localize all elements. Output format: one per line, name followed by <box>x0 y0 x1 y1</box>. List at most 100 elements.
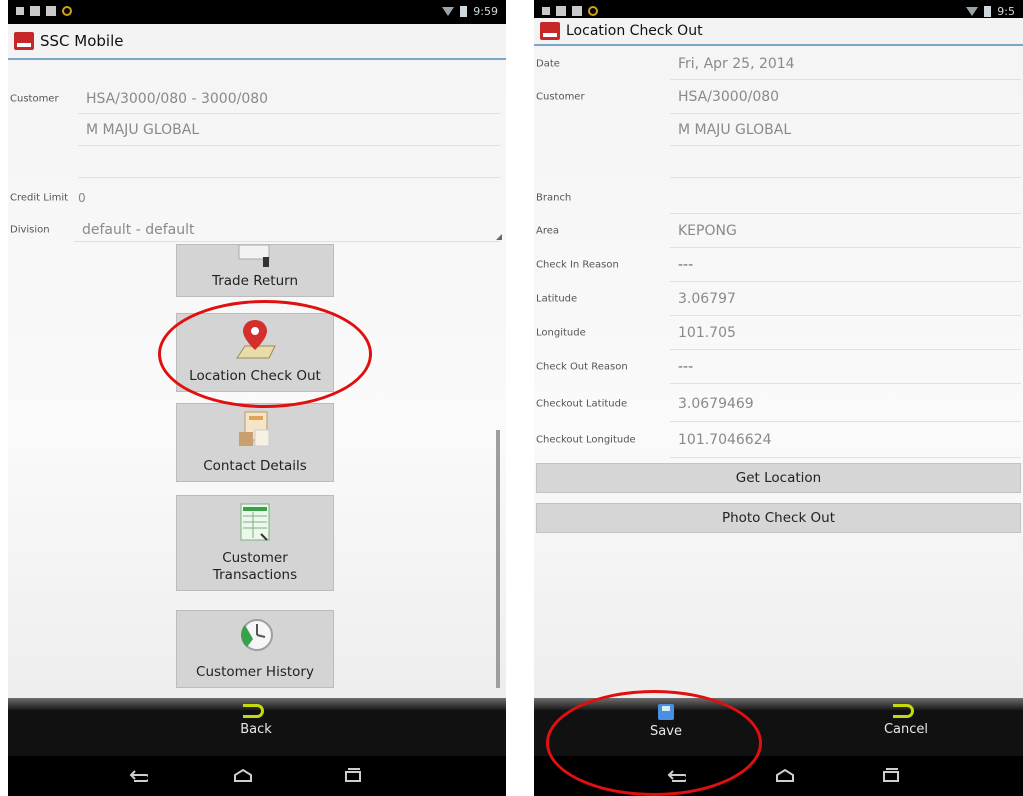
wifi-icon <box>966 7 979 16</box>
field-label: Area <box>536 225 560 237</box>
customer-extra-field[interactable] <box>78 146 500 178</box>
customer-transactions-tile[interactable]: Customer Transactions <box>176 495 334 591</box>
storage-icon <box>30 6 40 16</box>
field-label: Customer <box>536 91 585 103</box>
left-screen: 9:59 SSC Mobile Customer HSA/3000/080 - … <box>8 0 506 796</box>
customer-extra-field[interactable] <box>670 146 1021 178</box>
cancel-button-label: Cancel <box>883 722 929 737</box>
highlight-ellipse <box>158 300 372 408</box>
nav-back-icon[interactable] <box>128 768 148 782</box>
area-field[interactable]: KEPONG <box>670 214 1021 248</box>
field-label: Check Out Reason <box>536 361 628 373</box>
field-label: Branch <box>536 192 572 204</box>
system-nav-bar <box>8 756 506 796</box>
back-arrow-icon <box>243 704 264 718</box>
app-title: SSC Mobile <box>40 32 124 50</box>
app-logo-icon <box>540 22 560 40</box>
notification-icons <box>542 6 598 16</box>
checkout-latitude-row: Checkout Latitude 3.0679469 <box>534 386 1023 422</box>
contact-card-icon <box>239 411 270 447</box>
spinner-corner-icon <box>496 234 502 240</box>
field-label: Checkout Latitude <box>536 398 628 410</box>
sync-icon <box>62 6 72 16</box>
customer-row: Customer HSA/3000/080 - 3000/080 <box>8 84 506 114</box>
field-label: Checkout Longitude <box>536 434 636 446</box>
cancel-arrow-icon <box>893 704 914 718</box>
cancel-button[interactable]: Cancel <box>856 704 956 737</box>
latitude-row: Latitude 3.06797 <box>534 282 1023 316</box>
nav-home-icon[interactable] <box>774 768 794 782</box>
tile-label: Trade Return <box>211 273 299 289</box>
page-title: Location Check Out <box>566 23 703 39</box>
latitude-field[interactable]: 3.06797 <box>670 282 1021 316</box>
credit-limit-value: 0 <box>78 191 86 205</box>
longitude-row: Longitude 101.705 <box>534 316 1023 350</box>
storage-icon <box>556 6 566 16</box>
app-logo-icon <box>14 32 34 50</box>
customer-name-row: M MAJU GLOBAL <box>534 114 1023 146</box>
field-label: Longitude <box>536 327 586 339</box>
contact-details-tile[interactable]: Contact Details <box>176 403 334 482</box>
checkout-latitude-field[interactable]: 3.0679469 <box>670 386 1021 422</box>
tile-label: Customer Transactions <box>212 550 298 583</box>
notification-icons <box>16 6 72 16</box>
customer-name-field[interactable]: M MAJU GLOBAL <box>78 114 500 146</box>
trade-return-tile[interactable]: Trade Return <box>176 244 334 297</box>
nav-home-icon[interactable] <box>232 768 252 782</box>
tile-label: Customer History <box>196 664 314 680</box>
date-row: Date Fri, Apr 25, 2014 <box>534 48 1023 80</box>
customer-label: Customer <box>10 93 59 105</box>
date-field[interactable]: Fri, Apr 25, 2014 <box>670 48 1021 80</box>
checkout-longitude-row: Checkout Longitude 101.7046624 <box>534 422 1023 458</box>
back-button[interactable]: Back <box>206 704 306 737</box>
longitude-field[interactable]: 101.705 <box>670 316 1021 350</box>
area-row: Area KEPONG <box>534 214 1023 248</box>
check-in-reason-row: Check In Reason --- <box>534 248 1023 282</box>
branch-row: Branch <box>534 182 1023 214</box>
customer-code-field[interactable]: HSA/3000/080 - 3000/080 <box>78 84 500 114</box>
nav-recents-icon[interactable] <box>880 768 900 782</box>
nav-recents-icon[interactable] <box>342 768 362 782</box>
check-out-reason-row: Check Out Reason --- <box>534 350 1023 384</box>
photo-check-out-button[interactable]: Photo Check Out <box>536 503 1021 533</box>
status-time: 9:5 <box>997 5 1015 18</box>
customer-extra-row <box>8 146 506 178</box>
customer-extra-row <box>534 146 1023 178</box>
customer-history-tile[interactable]: Customer History <box>176 610 334 688</box>
field-label: Latitude <box>536 293 578 305</box>
highlight-ellipse <box>546 690 762 796</box>
check-out-reason-spinner[interactable]: --- <box>670 350 1021 384</box>
branch-field[interactable] <box>670 182 1021 214</box>
customer-code-field[interactable]: HSA/3000/080 <box>670 80 1021 114</box>
play-icon <box>46 6 56 16</box>
credit-limit-label: Credit Limit <box>10 192 69 204</box>
division-spinner[interactable]: default - default <box>74 218 500 242</box>
battery-icon <box>984 6 992 17</box>
screenshot-icon <box>542 7 550 15</box>
status-time: 9:59 <box>473 5 498 18</box>
field-label: Date <box>536 58 560 70</box>
customer-row: Customer HSA/3000/080 <box>534 80 1023 114</box>
division-label: Division <box>10 224 50 236</box>
scrollbar[interactable] <box>496 430 500 688</box>
sync-icon <box>588 6 598 16</box>
check-in-reason-spinner[interactable]: --- <box>670 248 1021 282</box>
right-screen: 9:5 Location Check Out Date Fri, Apr 25,… <box>534 0 1023 796</box>
back-button-label: Back <box>240 722 272 737</box>
get-location-button[interactable]: Get Location <box>536 463 1021 493</box>
action-bar: Location Check Out <box>534 18 1023 46</box>
status-bar: 9:59 <box>8 0 506 24</box>
screenshot-icon <box>16 7 24 15</box>
division-row: Division default - default <box>8 218 506 242</box>
customer-name-field[interactable]: M MAJU GLOBAL <box>670 114 1021 146</box>
trade-return-icon <box>238 245 270 267</box>
tile-label: Contact Details <box>203 458 307 474</box>
customer-name-row: M MAJU GLOBAL <box>8 114 506 146</box>
credit-limit-row: Credit Limit 0 <box>8 186 506 210</box>
spreadsheet-icon <box>240 503 270 541</box>
battery-icon <box>460 6 468 17</box>
checkout-longitude-field[interactable]: 101.7046624 <box>670 422 1021 458</box>
field-label: Check In Reason <box>536 259 619 271</box>
wifi-icon <box>442 7 455 16</box>
clock-history-icon <box>241 619 273 651</box>
